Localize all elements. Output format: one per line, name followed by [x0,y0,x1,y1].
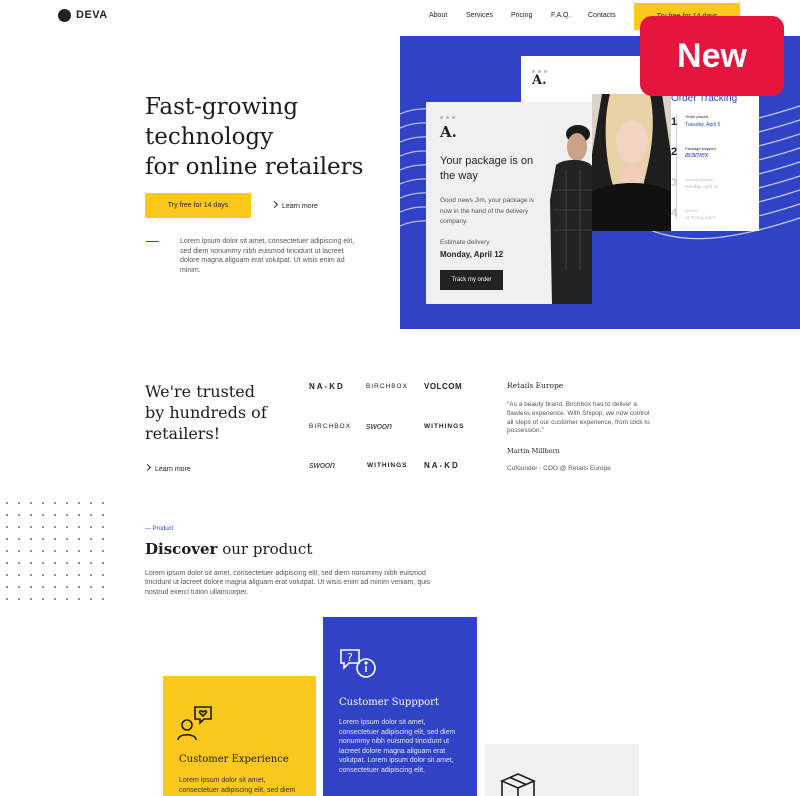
brand-logo-withings: WITHINGS [424,423,465,430]
hero-trial-button[interactable]: Try free for 14 days [145,193,251,218]
step-number: 1 [671,116,678,128]
track-order-button[interactable]: Track my order [440,270,503,290]
review-author-role: Cofounder - COO @ Retails Europe [507,465,611,472]
chat-support-icon: ? [340,649,376,678]
package-body: Good news Jim, your package is now in th… [440,197,534,225]
logo-text[interactable]: DEVA [76,9,108,21]
trusted-title: We're trusted by hundreds of retailers! [145,382,267,443]
nav-about[interactable]: About [429,12,447,19]
card-title: Customer Suppport [339,697,439,708]
customer-experience-icon [177,706,212,741]
feature-card-package[interactable] [485,744,639,796]
product-title: Discover our product [145,540,313,558]
package-box-icon [500,773,536,796]
window-dots [440,106,458,124]
mock-logo: A. [440,123,457,141]
man-photo [550,120,592,304]
step-title: Internal delivery [685,177,714,182]
mock-logo: A. [532,73,547,88]
estimate-date: Monday, April 12 [440,250,504,259]
nav-services[interactable]: Services [466,12,493,19]
brand-logo-birchbox: BIRCHBOX [309,423,351,430]
trusted-learn-more-link[interactable]: Learn more [143,463,191,473]
step-number: 4 [671,207,678,219]
dot-grid-decoration [0,497,110,607]
nav-contacts[interactable]: Contacts [588,12,616,19]
svg-text:?: ? [347,651,353,664]
step-number: 3 [671,177,678,189]
hero-description: Lorem ipsum dolor sit amet, consectetuer… [180,238,355,274]
card-text: Lorem ipsum dolor sit amet, consectetuer… [179,777,296,794]
feature-card-customer-experience[interactable]: Customer Experience Lorem ipsum dolor si… [163,676,316,796]
card-text: Lorem ipsum dolor sit amet, consectetuer… [339,719,456,774]
review-quote: "As a beauty brand, Birchbox has to deli… [507,401,650,435]
step-title: Arrived [685,208,698,213]
logo-mark-icon[interactable] [58,9,71,22]
new-badge: New [640,16,784,96]
woman-photo [592,94,671,231]
step-date: Tuesday, April 5 [685,122,721,128]
brand-logo-birchbox: BIRCHBOX [366,383,408,390]
review-author: Martin Millborn [507,447,560,455]
card-title: Customer Experience [179,754,289,765]
chevron-right-icon [143,463,152,472]
nav-faq[interactable]: F.A.Q. [551,12,570,19]
product-description: Lorem ipsum dolor sit amet, consectetuer… [145,570,431,596]
carrier-logo: aramex [685,152,709,159]
step-title: Order placed [685,114,709,119]
step-title: Package shipped [685,146,716,151]
brand-logo-nakd: NA-KD [309,382,345,391]
brand-logo-volcom: VOLCOM [424,382,463,391]
tracking-line [676,114,677,219]
hero-divider [146,241,159,242]
chevron-right-icon [270,200,279,209]
product-section-tag: — Product [145,526,174,532]
step-number: 2 [671,146,678,158]
brand-logo-swoon: swoon [309,460,336,470]
brand-logo-nakd: NA-KD [424,461,460,470]
review-company: Retails Europe [507,381,564,390]
brand-logo-withings: WITHINGS [367,462,408,469]
step-date: At Pickup point [685,215,716,220]
nav-pricing[interactable]: Pricing [511,12,532,19]
step-date: Monday, April 12 [685,184,719,189]
hero-title: Fast-growing technology for online retai… [145,94,364,180]
hero-learn-more-link[interactable]: Learn more [270,200,318,210]
man-portrait-image [550,120,592,304]
woman-portrait-image [592,94,671,231]
feature-card-customer-support[interactable]: ? Customer Suppport Lorem ipsum dolor si… [323,617,477,796]
package-heading: Your package is on the way [440,155,534,182]
estimate-label: Estimate delivery [440,239,490,246]
brand-logo-swoon: swoon [366,421,393,431]
